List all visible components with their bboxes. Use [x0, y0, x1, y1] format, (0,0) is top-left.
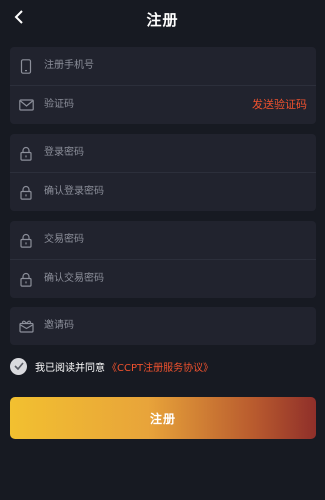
invite-code-row [10, 307, 316, 345]
check-icon [13, 362, 24, 370]
confirm-trade-password-row [10, 259, 316, 298]
phone-row [10, 47, 316, 85]
invite-code-input[interactable] [44, 307, 244, 345]
page-title: 注册 [146, 11, 179, 29]
agreement-checkbox[interactable] [10, 357, 27, 375]
send-code-button[interactable]: 发送验证码 [252, 86, 307, 124]
code-row: 发送验证码 [10, 85, 316, 124]
phone-input[interactable] [44, 47, 244, 85]
phone-code-card: 发送验证码 [10, 47, 316, 124]
top-bar: 注册 [0, 0, 325, 36]
mail-icon [18, 97, 34, 113]
confirm-login-password-input[interactable] [44, 173, 244, 211]
trade-password-row [10, 221, 316, 259]
lock-icon [18, 184, 34, 200]
verification-code-input[interactable] [44, 86, 194, 124]
agreement-link[interactable]: 《CCPT注册服务协议》 [107, 359, 213, 374]
login-password-row [10, 134, 316, 172]
lock-icon [18, 145, 34, 161]
confirm-login-password-row [10, 172, 316, 211]
trade-password-card [10, 221, 316, 298]
phone-icon [18, 58, 34, 74]
agreement-row: 我已阅读并同意 《CCPT注册服务协议》 [10, 356, 213, 376]
register-button[interactable]: 注册 [10, 397, 316, 439]
invite-code-card [10, 307, 316, 345]
login-password-input[interactable] [44, 134, 244, 172]
confirm-trade-password-input[interactable] [44, 260, 244, 298]
login-password-card [10, 134, 316, 211]
lock-icon [18, 232, 34, 248]
trade-password-input[interactable] [44, 221, 244, 259]
gift-icon [18, 318, 34, 334]
lock-icon [18, 271, 34, 287]
agreement-text: 我已阅读并同意 [35, 362, 105, 374]
